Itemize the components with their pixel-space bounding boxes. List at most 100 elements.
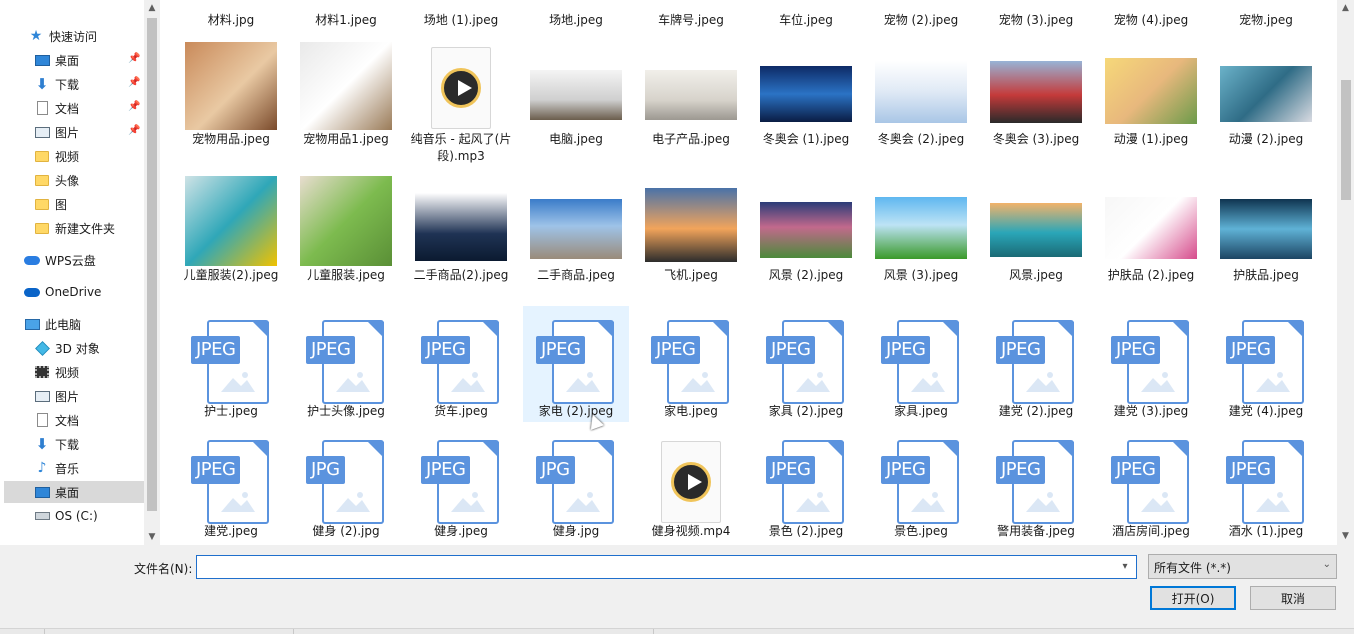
file-item[interactable]: 护肤品 (2).jpeg (1098, 170, 1204, 302)
file-item[interactable]: 冬奥会 (3).jpeg (983, 34, 1089, 166)
file-item[interactable]: 二手商品.jpeg (523, 170, 629, 302)
nav-item-pictures-quick[interactable]: 图片 📌 (34, 121, 144, 143)
file-item[interactable]: JPEG 家电 (2).jpeg (523, 306, 629, 422)
file-item[interactable]: 纯音乐 - 起风了(片段).mp3 (408, 34, 514, 166)
file-list-scroll-thumb[interactable] (1341, 80, 1351, 200)
file-item[interactable]: JPEG 建党.jpeg (178, 426, 284, 545)
file-item[interactable]: JPEG 货车.jpeg (408, 306, 514, 422)
nav-item-documents-quick[interactable]: 文档 📌 (34, 97, 144, 119)
nav-item-videos-folder[interactable]: 视频 (34, 145, 144, 167)
file-item[interactable]: 场地.jpeg (523, 0, 629, 30)
nav-scroll-thumb[interactable] (147, 18, 157, 511)
file-item[interactable]: 电脑.jpeg (523, 34, 629, 166)
scroll-down-icon[interactable]: ▼ (144, 529, 160, 545)
nav-item-avatar-folder[interactable]: 头像 (34, 169, 144, 191)
filetype-select[interactable]: 所有文件 (*.*) ⌄ (1148, 554, 1337, 579)
cancel-button[interactable]: 取消 (1250, 586, 1336, 610)
nav-quick-access[interactable]: ★ 快速访问 (4, 25, 144, 47)
file-item[interactable]: JPEG 护士头像.jpeg (293, 306, 399, 422)
nav-item-new-folder[interactable]: 新建文件夹 (34, 217, 144, 239)
file-item[interactable]: JPEG 建党 (2).jpeg (983, 306, 1089, 422)
file-item[interactable]: 材料1.jpeg (293, 0, 399, 30)
file-item[interactable]: JPEG 健身.jpeg (408, 426, 514, 545)
nav-this-pc[interactable]: 此电脑 (24, 313, 144, 335)
nav-scrollbar[interactable]: ▲ ▼ (144, 0, 160, 545)
open-button[interactable]: 打开(O) (1150, 586, 1236, 610)
scroll-up-icon[interactable]: ▲ (144, 0, 160, 16)
file-type-tag: JPEG (421, 336, 471, 364)
file-thumbnail: JPEG (753, 432, 859, 532)
file-item[interactable]: 宠物 (2).jpeg (868, 0, 974, 30)
file-item[interactable]: 风景 (2).jpeg (753, 170, 859, 302)
file-item[interactable]: JPEG 家具 (2).jpeg (753, 306, 859, 422)
file-item[interactable]: 场地 (1).jpeg (408, 0, 514, 30)
file-name: 儿童服装(2).jpeg (183, 268, 279, 282)
file-item[interactable]: 儿童服装.jpeg (293, 170, 399, 302)
nav-item-videos[interactable]: 视频 (34, 361, 144, 383)
file-item[interactable]: 冬奥会 (1).jpeg (753, 34, 859, 166)
file-item[interactable]: 护肤品.jpeg (1213, 170, 1319, 302)
file-item[interactable]: 宠物 (3).jpeg (983, 0, 1089, 30)
file-thumbnail: JPEG (408, 432, 514, 532)
file-item[interactable]: JPEG 酒店房间.jpeg (1098, 426, 1204, 545)
file-item[interactable]: JPEG 景色.jpeg (868, 426, 974, 545)
file-item[interactable]: 宠物.jpeg (1213, 0, 1319, 30)
file-item[interactable]: 宠物 (4).jpeg (1098, 0, 1204, 30)
filename-combobox[interactable]: ▾ (196, 555, 1137, 579)
file-item[interactable]: JPEG 酒水 (1).jpeg (1213, 426, 1319, 545)
scroll-down-icon[interactable]: ▼ (1337, 528, 1354, 545)
file-thumbnail: JPEG (178, 432, 284, 532)
file-item[interactable]: JPG 健身 (2).jpg (293, 426, 399, 545)
nav-label: 桌面 (55, 53, 80, 68)
file-item[interactable]: 车位.jpeg (753, 0, 859, 30)
nav-wps-cloud[interactable]: WPS云盘 (24, 249, 144, 271)
nav-item-desktop-quick[interactable]: 桌面 📌 (34, 49, 144, 71)
chevron-down-icon[interactable]: ▾ (1118, 559, 1132, 575)
file-item[interactable]: 飞机.jpeg (638, 170, 744, 302)
file-item[interactable]: 动漫 (2).jpeg (1213, 34, 1319, 166)
file-item[interactable]: 电子产品.jpeg (638, 34, 744, 166)
file-item[interactable]: 健身视频.mp4 (638, 426, 744, 545)
image-thumbnail (530, 70, 622, 120)
file-item[interactable]: JPEG 家电.jpeg (638, 306, 744, 422)
file-item[interactable]: JPEG 建党 (4).jpeg (1213, 306, 1319, 422)
file-item[interactable]: 宠物用品.jpeg (178, 34, 284, 166)
file-name: 纯音乐 - 起风了(片段).mp3 (410, 132, 512, 163)
file-thumbnail (753, 34, 859, 134)
file-item[interactable]: 材料.jpg (178, 0, 284, 30)
nav-item-downloads[interactable]: ⬇ 下载 (34, 433, 144, 455)
nav-item-music[interactable]: ♪ 音乐 (34, 457, 144, 479)
file-item[interactable]: 风景.jpeg (983, 170, 1089, 302)
nav-item-pic-folder[interactable]: 图 (34, 193, 144, 215)
file-type-tag: JPEG (421, 456, 471, 484)
file-list-scrollbar[interactable]: ▲ ▼ (1337, 0, 1354, 545)
file-item[interactable]: JPEG 家具.jpeg (868, 306, 974, 422)
file-thumbnail (523, 170, 629, 270)
file-item[interactable]: 风景 (3).jpeg (868, 170, 974, 302)
file-type-tag: JPEG (1111, 336, 1161, 364)
nav-item-3d-objects[interactable]: 3D 对象 (34, 337, 144, 359)
nav-onedrive[interactable]: OneDrive (24, 281, 144, 303)
filename-input[interactable] (197, 556, 1102, 578)
file-item[interactable]: JPEG 警用装备.jpeg (983, 426, 1089, 545)
download-icon: ⬇ (35, 435, 49, 453)
file-item[interactable]: 车牌号.jpeg (638, 0, 744, 30)
file-item[interactable]: JPEG 护士.jpeg (178, 306, 284, 422)
scroll-up-icon[interactable]: ▲ (1337, 0, 1354, 17)
file-item[interactable]: 动漫 (1).jpeg (1098, 34, 1204, 166)
file-name: 家具 (2).jpeg (768, 404, 844, 418)
file-item[interactable]: 宠物用品1.jpeg (293, 34, 399, 166)
nav-item-downloads-quick[interactable]: ⬇ 下载 📌 (34, 73, 144, 95)
file-item[interactable]: 二手商品(2).jpeg (408, 170, 514, 302)
image-thumbnail (185, 176, 277, 266)
file-item[interactable]: 冬奥会 (2).jpeg (868, 34, 974, 166)
file-item[interactable]: JPEG 建党 (3).jpeg (1098, 306, 1204, 422)
file-item[interactable]: JPEG 景色 (2).jpeg (753, 426, 859, 545)
file-item[interactable]: JPG 健身.jpg (523, 426, 629, 545)
nav-item-pictures[interactable]: 图片 (34, 385, 144, 407)
nav-item-os-drive[interactable]: OS (C:) (34, 505, 144, 527)
file-item[interactable]: 儿童服装(2).jpeg (178, 170, 284, 302)
nav-item-desktop[interactable]: 桌面 (4, 481, 144, 503)
nav-item-documents[interactable]: 文档 (34, 409, 144, 431)
filetype-value: 所有文件 (*.*) (1154, 561, 1231, 575)
